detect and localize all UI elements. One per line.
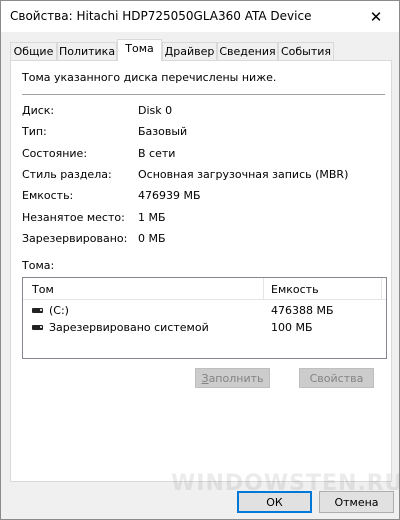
property-value: В сети bbox=[138, 147, 176, 160]
column-separator[interactable] bbox=[263, 278, 264, 300]
property-label: Незанятое место: bbox=[22, 211, 125, 224]
property-value: 1 МБ bbox=[138, 211, 166, 224]
drive-icon bbox=[32, 308, 43, 313]
divider bbox=[22, 94, 385, 95]
window-title: Свойства: Hitachi HDP725050GLA360 ATA De… bbox=[10, 9, 312, 23]
volume-capacity: 100 МБ bbox=[271, 321, 313, 334]
property-value: 0 МБ bbox=[138, 232, 166, 245]
property-label: Зарезервировано: bbox=[22, 232, 128, 245]
volume-row[interactable]: (C:) 476388 МБ bbox=[23, 304, 386, 321]
property-label: Стиль раздела: bbox=[22, 168, 112, 181]
volume-row[interactable]: Зарезервировано системой 100 МБ bbox=[23, 321, 386, 338]
property-value: Disk 0 bbox=[138, 104, 173, 117]
close-icon: ✕ bbox=[369, 7, 383, 26]
volumes-label: Тома: bbox=[22, 259, 55, 272]
properties-dialog: Свойства: Hitachi HDP725050GLA360 ATA De… bbox=[0, 0, 400, 520]
tab-general[interactable]: Общие bbox=[10, 42, 57, 60]
title-bar: Свойства: Hitachi HDP725050GLA360 ATA De… bbox=[1, 1, 399, 32]
tab-policy[interactable]: Политика bbox=[57, 42, 117, 60]
tab-volumes[interactable]: Тома bbox=[117, 39, 162, 61]
drive-icon bbox=[32, 325, 43, 330]
fill-button-accesskey: З bbox=[201, 371, 209, 385]
property-value: Базовый bbox=[138, 125, 188, 138]
volume-properties-button[interactable]: Свойства bbox=[299, 368, 374, 388]
tab-strip: Общие Политика Тома Драйвер Сведения Соб… bbox=[1, 39, 399, 61]
intro-text: Тома указанного диска перечислены ниже. bbox=[22, 71, 277, 84]
ok-button-label: ОК bbox=[266, 495, 283, 509]
tab-details[interactable]: Сведения bbox=[217, 42, 278, 60]
volumes-panel: Тома указанного диска перечислены ниже. … bbox=[10, 60, 392, 482]
volumes-list[interactable]: Том Емкость (C:) 476388 МБ Зарезервирова… bbox=[22, 277, 387, 359]
column-separator[interactable] bbox=[381, 278, 382, 300]
cancel-button-label: Отмена bbox=[334, 495, 379, 509]
property-label: Тип: bbox=[22, 125, 47, 138]
property-label: Диск: bbox=[22, 104, 55, 117]
tab-driver[interactable]: Драйвер bbox=[162, 42, 217, 60]
volumes-list-header: Том Емкость bbox=[23, 278, 386, 300]
cancel-button[interactable]: Отмена bbox=[319, 491, 394, 513]
property-label: Состояние: bbox=[22, 147, 88, 160]
column-header-capacity[interactable]: Емкость bbox=[271, 283, 319, 296]
tab-events[interactable]: События bbox=[278, 42, 334, 60]
ok-button[interactable]: ОК bbox=[237, 491, 312, 513]
column-header-volume[interactable]: Том bbox=[32, 283, 54, 296]
volume-properties-button-label: Свойства bbox=[309, 371, 364, 385]
property-value: Основная загрузочная запись (MBR) bbox=[138, 168, 349, 181]
fill-button[interactable]: Заполнить bbox=[195, 368, 270, 388]
volume-name: Зарезервировано системой bbox=[49, 321, 209, 334]
volume-capacity: 476388 МБ bbox=[271, 304, 334, 317]
property-value: 476939 МБ bbox=[138, 189, 201, 202]
fill-button-label: аполнить bbox=[208, 371, 264, 385]
close-button[interactable]: ✕ bbox=[353, 1, 399, 32]
volume-name: (C:) bbox=[49, 304, 69, 317]
property-label: Емкость: bbox=[22, 189, 74, 202]
